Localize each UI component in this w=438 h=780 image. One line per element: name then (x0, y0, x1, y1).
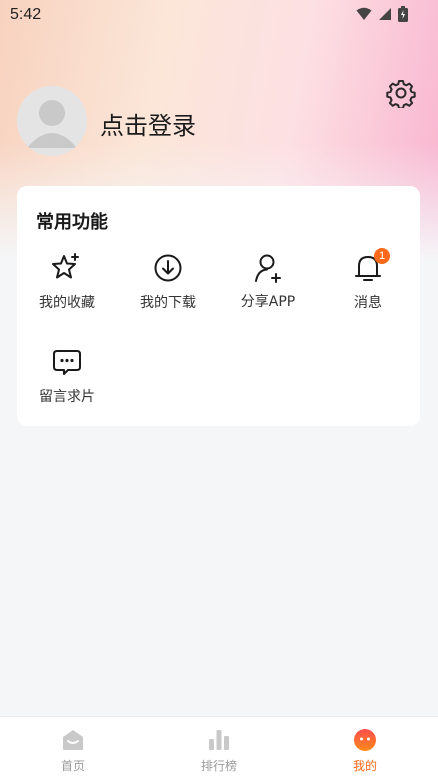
message-icon (53, 350, 81, 375)
tab-ranking-label: 排行榜 (200, 759, 237, 773)
battery-icon (398, 6, 408, 22)
favorites-label: 我的收藏 (39, 295, 95, 311)
wifi-icon (356, 7, 372, 20)
default-avatar-icon (17, 86, 87, 156)
bottom-tab-bar: 首页 排行榜 我的 (0, 716, 438, 780)
gear-icon (386, 80, 416, 110)
add-user-icon (255, 254, 281, 283)
messages-item[interactable]: 1 消息 (318, 248, 418, 322)
common-functions-card: 常用功能 我的收藏 我的下载 分享APP 1 消息 留言求片 (17, 186, 420, 426)
status-time: 5:42 (10, 6, 42, 23)
notification-badge: 1 (374, 248, 390, 264)
status-bar: 5:42 (0, 0, 438, 30)
signal-icon (379, 8, 391, 20)
share-app-item[interactable]: 分享APP (218, 252, 318, 322)
home-icon (63, 730, 83, 750)
avatar[interactable] (17, 86, 87, 156)
tab-mine-label: 我的 (352, 759, 377, 773)
status-icons (356, 6, 408, 22)
tab-mine[interactable]: 我的 (292, 717, 438, 780)
tab-ranking[interactable]: 排行榜 (146, 717, 292, 780)
favorites-item[interactable]: 我的收藏 (17, 252, 117, 322)
request-film-label: 留言求片 (39, 389, 95, 405)
tab-home-label: 首页 (60, 759, 85, 773)
downloads-item[interactable]: 我的下载 (118, 252, 218, 322)
profile-face-icon (354, 729, 376, 751)
downloads-label: 我的下载 (140, 295, 196, 311)
share-app-label: 分享APP (240, 294, 296, 310)
login-link[interactable]: 点击登录 (100, 106, 196, 141)
bar-chart-icon (209, 730, 229, 750)
section-title: 常用功能 (36, 212, 108, 233)
star-sparkle-icon (52, 253, 79, 279)
messages-label: 消息 (354, 295, 382, 311)
settings-button[interactable] (386, 78, 416, 110)
tab-home[interactable]: 首页 (0, 717, 146, 780)
request-film-item[interactable]: 留言求片 (17, 346, 117, 416)
download-icon (154, 254, 182, 282)
